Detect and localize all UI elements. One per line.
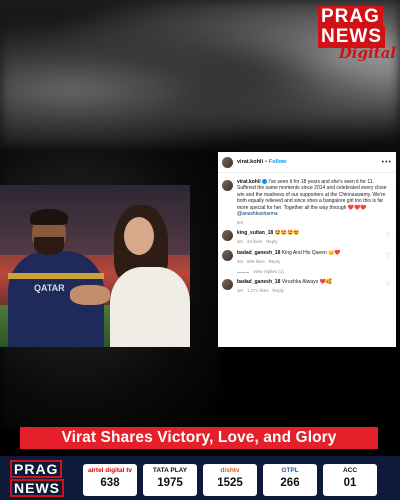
follow-button[interactable]: Follow <box>269 159 286 165</box>
woman-figure <box>100 205 190 347</box>
comment-text: King And His Queen 👑❤️ <box>281 250 341 257</box>
comment-time: 3m <box>237 259 244 265</box>
channel-number: 01 <box>343 477 357 489</box>
footer-logo-news: NEWS <box>10 479 64 497</box>
channel-chip-acc: ACC 01 <box>323 464 377 496</box>
jersey-text: QATAR <box>34 283 65 293</box>
channel-ticker: PRAG NEWS airtel digital tv 638 TATA PLA… <box>0 456 400 500</box>
comment-time: 3m <box>237 239 244 245</box>
footer-logo-prag: PRAG <box>10 460 63 478</box>
comment-time: 3m <box>237 288 244 294</box>
player-hair <box>30 209 68 225</box>
channel-number: 1975 <box>157 477 183 489</box>
channel-number: 638 <box>100 477 120 489</box>
comment-likes[interactable]: 24 likes <box>247 239 262 244</box>
avatar[interactable] <box>222 156 233 168</box>
caption-username[interactable]: virat.kohli <box>237 179 261 185</box>
comment-item: badad_ganesh_18 Virushka Always ❤️🥰 3m 1… <box>218 274 396 294</box>
channel-label: airtel digital tv <box>87 467 133 474</box>
like-heart-icon[interactable]: ♡ <box>386 252 391 259</box>
like-heart-icon[interactable]: ♡ <box>386 232 391 239</box>
comment-body: badad_ganesh_18 King And His Queen 👑❤️ 3… <box>237 250 341 265</box>
instagram-post-card: virat.kohli • Follow ••• virat.kohli I'v… <box>218 152 396 347</box>
avatar[interactable] <box>222 230 233 242</box>
comment-username[interactable]: badad_ganesh_18 <box>237 279 280 285</box>
channel-chip-gtpl: GTPL 266 <box>263 464 317 496</box>
comment-text: 🤩🤩🤩😍 <box>274 230 300 237</box>
comment-likes[interactable]: 1,171 likes <box>247 288 269 293</box>
channel-chip-airtel: airtel digital tv 638 <box>83 464 137 496</box>
celebration-photo: QATAR <box>0 185 190 347</box>
woman-face <box>124 217 154 255</box>
logo-digital: Digital <box>338 44 396 62</box>
comment-meta: 3m 1,171 likes Reply <box>237 288 332 294</box>
more-options-icon[interactable]: ••• <box>382 159 392 166</box>
caption-body: virat.kohli I've seen it for 18 years an… <box>237 179 392 217</box>
reply-button[interactable]: Reply <box>272 288 284 293</box>
comment-meta: 3m 908 likes Reply <box>237 259 341 265</box>
avatar[interactable] <box>222 250 233 262</box>
channel-chip-tataplay: TATA PLAY 1975 <box>143 464 197 496</box>
channel-number: 1525 <box>217 477 243 489</box>
comment-body: badad_ganesh_18 Virushka Always ❤️🥰 3m 1… <box>237 279 332 294</box>
post-header: virat.kohli • Follow ••• <box>218 152 396 173</box>
prag-news-digital-logo: PRAG NEWS Digital <box>304 4 396 62</box>
caption-time: 9m <box>237 220 244 226</box>
channel-label: ACC <box>342 467 358 474</box>
reply-button[interactable]: Reply <box>266 239 278 244</box>
channel-label: TATA PLAY <box>152 467 188 474</box>
comment-item: badad_ganesh_18 King And His Queen 👑❤️ 3… <box>218 245 396 265</box>
jersey-stripe <box>8 273 104 279</box>
logo-prag: PRAG <box>318 6 383 28</box>
channel-label: dishtv <box>220 467 240 474</box>
footer-logo: PRAG NEWS <box>4 460 70 497</box>
avatar[interactable] <box>222 180 233 191</box>
avatar[interactable] <box>222 279 233 291</box>
post-username[interactable]: virat.kohli <box>237 159 263 165</box>
comment-body: king_sultan_18 🤩🤩🤩😍 3m 24 likes Reply <box>237 230 299 245</box>
caption-mention[interactable]: @anushkasharma <box>237 211 278 217</box>
channel-number: 266 <box>280 477 300 489</box>
post-caption: virat.kohli I've seen it for 18 years an… <box>218 173 396 217</box>
woman-dress <box>110 267 190 347</box>
comment-likes[interactable]: 908 likes <box>247 259 265 264</box>
reply-button[interactable]: Reply <box>269 259 281 264</box>
headline-text: Virat Shares Victory, Love, and Glory <box>61 429 337 446</box>
view-replies-link[interactable]: View replies (1) <box>218 265 396 274</box>
separator-dot: • <box>264 159 267 165</box>
comment-username[interactable]: badad_ganesh_18 <box>237 250 280 256</box>
comment-item: king_sultan_18 🤩🤩🤩😍 3m 24 likes Reply ♡ <box>218 225 396 245</box>
verified-badge-icon <box>262 179 268 185</box>
player-figure: QATAR <box>8 209 104 347</box>
comment-text: Virushka Always ❤️🥰 <box>281 279 332 286</box>
like-heart-icon[interactable]: ♡ <box>386 281 391 288</box>
held-hands <box>70 285 110 305</box>
comment-username[interactable]: king_sultan_18 <box>237 230 273 236</box>
channel-chip-dishtv: dishtv 1525 <box>203 464 257 496</box>
headline-banner: Virat Shares Victory, Love, and Glory <box>20 427 378 449</box>
player-beard <box>34 237 64 255</box>
channel-label: GTPL <box>281 467 299 474</box>
